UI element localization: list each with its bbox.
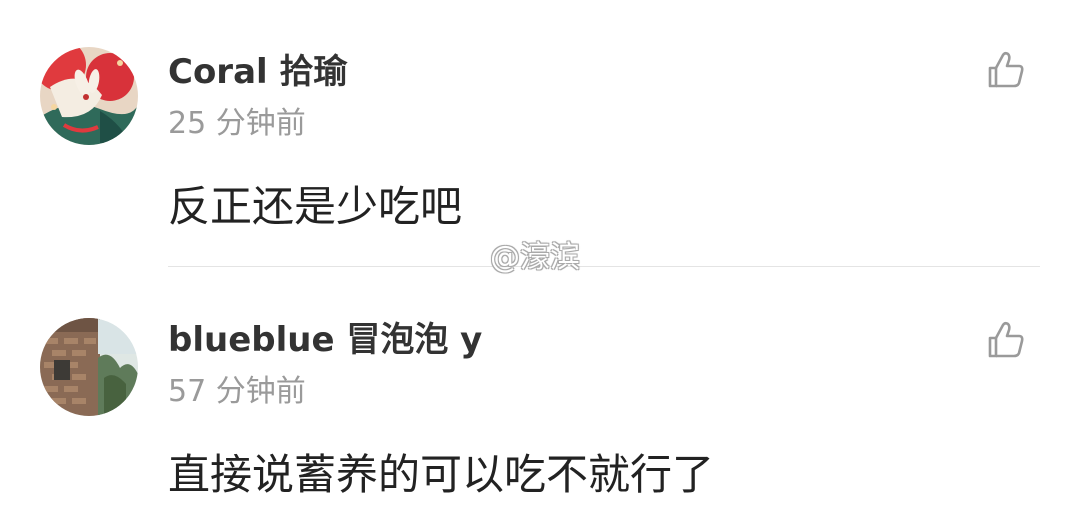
thumbs-up-icon	[988, 51, 1024, 88]
thumbs-up-icon	[988, 321, 1024, 358]
timestamp: 25 分钟前	[168, 106, 306, 141]
avatar[interactable]	[40, 47, 138, 145]
timestamp: 57 分钟前	[168, 374, 306, 409]
comment-text: 直接说蓄养的可以吃不就行了	[168, 450, 715, 499]
avatar[interactable]	[40, 318, 138, 416]
comment-item: blueblue 冒泡泡 y 57 分钟前 直接说蓄养的可以吃不就行了	[0, 268, 1080, 511]
username[interactable]: Coral 拾瑜	[168, 52, 348, 92]
comment-text: 反正还是少吃吧	[168, 182, 463, 231]
like-button[interactable]	[984, 318, 1028, 362]
comment-item: Coral 拾瑜 25 分钟前 反正还是少吃吧	[0, 0, 1080, 268]
like-button[interactable]	[984, 48, 1028, 92]
comment-divider	[168, 266, 1040, 267]
username[interactable]: blueblue 冒泡泡 y	[168, 320, 482, 360]
watermark: @濠滨	[490, 240, 580, 275]
